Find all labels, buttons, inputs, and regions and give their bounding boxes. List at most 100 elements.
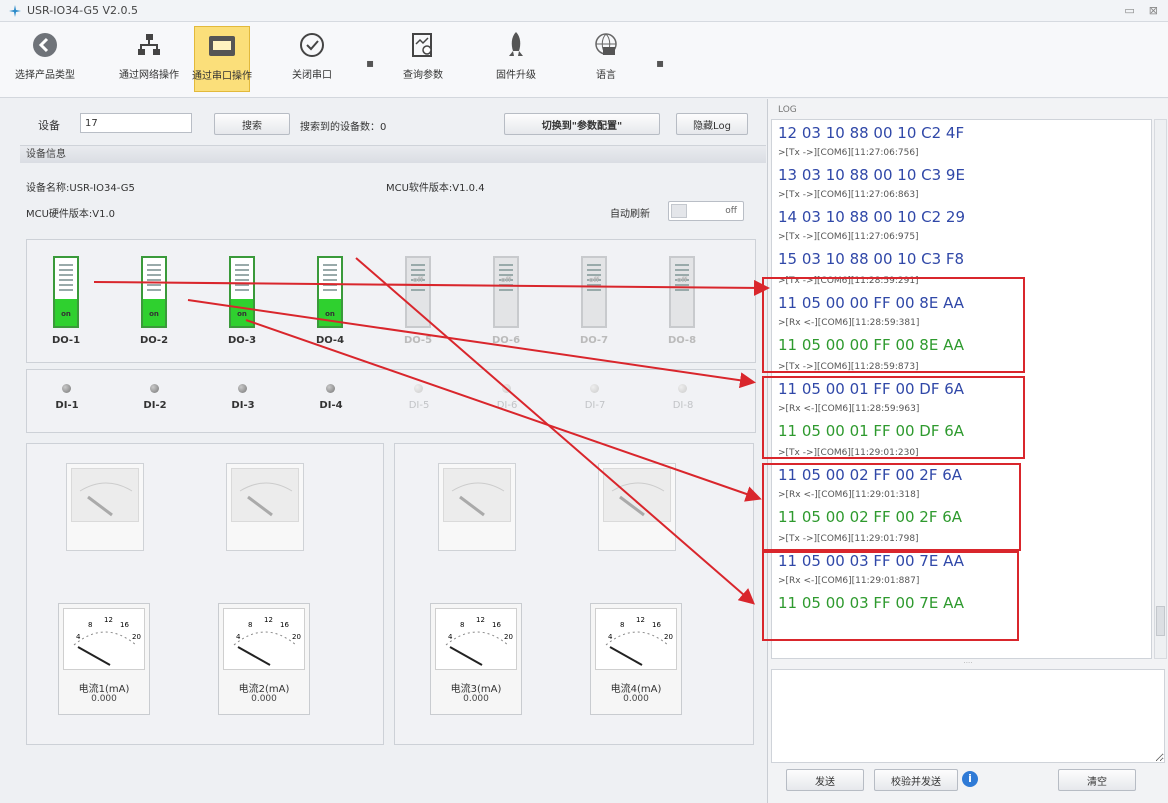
- firmware-upgrade-button[interactable]: 固件升级: [488, 26, 544, 92]
- do-switch-7[interactable]: off DO-7: [569, 246, 619, 346]
- do-switch-6[interactable]: off DO-6: [481, 246, 531, 346]
- di-indicator-8: DI-8: [653, 380, 713, 420]
- toggle-switch-icon: off: [405, 256, 431, 328]
- meter-scale-label: 4: [448, 633, 453, 641]
- do-switch-4[interactable]: on DO-4: [305, 246, 355, 346]
- di-label: DI-6: [496, 400, 518, 411]
- analog-gauge-1: [66, 463, 144, 551]
- select-product-button[interactable]: 选择产品类型: [14, 26, 76, 92]
- info-icon[interactable]: i: [962, 771, 978, 787]
- meter-dial-icon: 48 12 1620: [445, 616, 513, 666]
- analog-gauge-3: [438, 463, 516, 551]
- language-dropdown-icon[interactable]: ▪: [656, 56, 664, 70]
- gauge-needle-icon: [239, 482, 293, 517]
- device-id-input[interactable]: [80, 113, 192, 133]
- meter-scale-label: 20: [292, 633, 301, 641]
- annotation-box-4: [762, 551, 1019, 641]
- clear-button[interactable]: 清空: [1058, 769, 1136, 791]
- di-label: DI-8: [672, 400, 694, 411]
- meter-scale-label: 8: [248, 621, 252, 629]
- meter-dial-icon: 48 12 1620: [73, 616, 141, 666]
- do-switch-3[interactable]: on DO-3: [217, 246, 267, 346]
- checksum-send-button[interactable]: 校验并发送: [874, 769, 958, 791]
- serial-port-icon: [209, 36, 235, 56]
- meter-value: 0.000: [623, 694, 649, 704]
- close-port-button[interactable]: 关闭串口: [286, 26, 338, 92]
- current-meter-1: 4 8 12 16 20 电流1(mA) 0.000: [58, 603, 150, 715]
- query-chart-icon: [412, 33, 432, 57]
- meter-scale-label: 12: [476, 616, 485, 624]
- toggle-switch-icon: on: [53, 256, 79, 328]
- log-line: 15 03 10 88 00 10 C3 F8: [778, 250, 965, 268]
- switch-to-config-button[interactable]: 切换到"参数配置": [504, 113, 660, 135]
- close-port-dropdown-icon[interactable]: ▪: [366, 56, 374, 70]
- meter-scale-label: 16: [280, 621, 289, 629]
- digital-output-panel: on DO-1 on DO-2 on DO-3 on DO-4 off DO-5 off DO-6 of…: [26, 239, 756, 363]
- toggle-switch-icon: off: [581, 256, 607, 328]
- mcu-software-version: MCU软件版本:V1.0.4: [386, 183, 485, 194]
- search-bar: 设备 搜索 搜索到的设备数：0 切换到"参数配置" 隐藏Log: [0, 99, 766, 143]
- di-label: DI-1: [55, 400, 79, 411]
- meter-scale-label: 8: [460, 621, 464, 629]
- di-label: DI-4: [319, 400, 343, 411]
- di-indicator-5: DI-5: [389, 380, 449, 420]
- do-label: DO-7: [579, 335, 609, 346]
- meter-scale-label: 4: [76, 633, 81, 641]
- device-name: 设备名称:USR-IO34-G5: [26, 183, 135, 194]
- di-indicator-1: DI-1: [37, 380, 97, 420]
- log-splitter[interactable]: ····: [771, 660, 1165, 667]
- via-network-button[interactable]: 通过网络操作: [108, 26, 190, 92]
- annotation-box-3: [762, 463, 1021, 551]
- hide-log-button[interactable]: 隐藏Log: [676, 113, 748, 135]
- meter-value: 0.000: [91, 694, 117, 704]
- check-circle-icon: [300, 33, 324, 57]
- toggle-switch-icon: off: [669, 256, 695, 328]
- rocket-icon: [509, 32, 523, 56]
- do-label: DO-8: [667, 335, 697, 346]
- led-icon: [150, 384, 159, 393]
- di-indicator-2: DI-2: [125, 380, 185, 420]
- do-label: DO-6: [491, 335, 521, 346]
- led-icon: [678, 384, 687, 393]
- do-label: DO-2: [139, 335, 169, 346]
- di-label: DI-3: [231, 400, 255, 411]
- log-scrollbar[interactable]: [1154, 119, 1167, 659]
- auto-refresh-toggle[interactable]: off: [668, 201, 744, 221]
- toolbar: 选择产品类型 通过网络操作 通过串口操作 关闭串口 ▪ 查询参数 固件升级 语言…: [0, 22, 1168, 98]
- device-info-header: 设备信息: [20, 145, 766, 163]
- scrollbar-thumb[interactable]: [1156, 606, 1165, 636]
- toggle-knob: [671, 204, 687, 218]
- toggle-switch-icon: on: [317, 256, 343, 328]
- log-line: >[Tx ->][COM6][11:27:06:975]: [778, 232, 919, 242]
- send-input[interactable]: [771, 669, 1165, 763]
- meter-scale-label: 8: [88, 621, 92, 629]
- current-meter-4: 4 8 12 16 20 电流4(mA) 0.000: [590, 603, 682, 715]
- meter-value: 0.000: [463, 694, 489, 704]
- toggle-switch-icon: on: [141, 256, 167, 328]
- di-indicator-3: DI-3: [213, 380, 273, 420]
- do-switch-2[interactable]: on DO-2: [129, 246, 179, 346]
- back-circle-icon: [33, 33, 57, 57]
- log-line: >[Tx ->][COM6][11:27:06:863]: [778, 190, 919, 200]
- close-icon[interactable]: ⊠: [1149, 4, 1158, 17]
- led-icon: [326, 384, 335, 393]
- language-button[interactable]: 语言: [580, 26, 632, 92]
- meter-dial-icon: 48 12 1620: [605, 616, 673, 666]
- do-switch-5[interactable]: off DO-5: [393, 246, 443, 346]
- via-serial-button[interactable]: 通过串口操作: [192, 26, 252, 92]
- query-params-button[interactable]: 查询参数: [396, 26, 450, 92]
- do-switch-1[interactable]: on DO-1: [41, 246, 91, 346]
- log-line: 14 03 10 88 00 10 C2 29: [778, 208, 966, 226]
- meter-label: 电流3(mA): [450, 684, 502, 695]
- digital-input-panel: DI-1 DI-2 DI-3 DI-4 DI-5 DI-6 DI-7 DI-8: [26, 369, 756, 433]
- analog-gauge-2: [226, 463, 304, 551]
- search-button[interactable]: 搜索: [214, 113, 290, 135]
- auto-refresh-label: 自动刷新: [610, 209, 650, 220]
- minimize-icon[interactable]: ▭: [1124, 4, 1134, 17]
- led-icon: [62, 384, 71, 393]
- send-button[interactable]: 发送: [786, 769, 864, 791]
- toggle-switch-icon: on: [229, 256, 255, 328]
- device-label: 设备: [38, 119, 60, 132]
- meter-scale-label: 12: [104, 616, 113, 624]
- do-switch-8[interactable]: off DO-8: [657, 246, 707, 346]
